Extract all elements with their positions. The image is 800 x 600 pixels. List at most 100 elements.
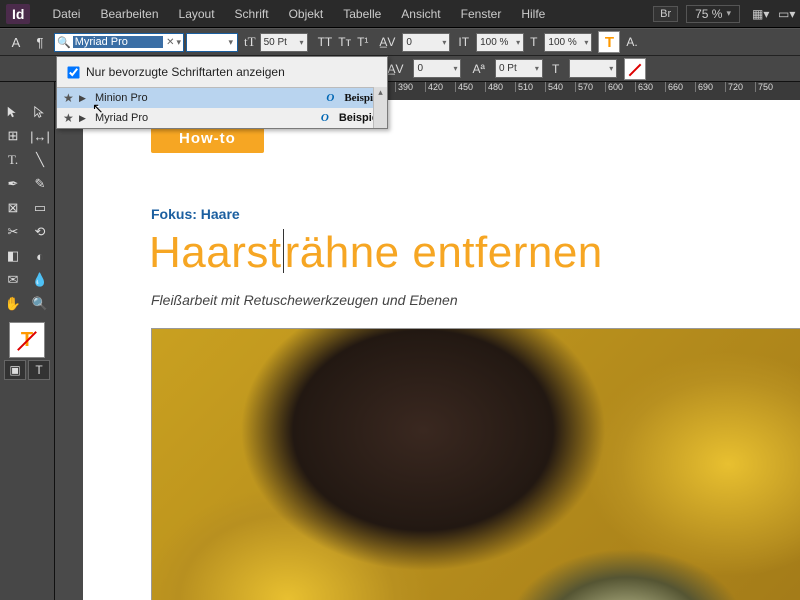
font-row-minion[interactable]: ★ ▶ Minion Pro O Beispiel xyxy=(57,88,387,108)
menu-fenster[interactable]: Fenster xyxy=(451,7,512,21)
allcaps-icon[interactable]: TT xyxy=(318,35,333,49)
article-image xyxy=(151,328,800,600)
arrange-icon[interactable]: ▭▾ xyxy=(778,7,794,21)
transform-tool[interactable]: ⟲ xyxy=(27,220,53,244)
expand-icon[interactable]: ▶ xyxy=(79,113,91,124)
ruler-tick: 450 xyxy=(455,82,485,92)
gradient-tool[interactable]: ◧ xyxy=(0,244,26,268)
ruler-tick: 480 xyxy=(485,82,515,92)
ruler-tick: 630 xyxy=(635,82,665,92)
gradient-feather-tool[interactable]: ◐ xyxy=(27,244,53,268)
search-icon: 🔍 xyxy=(57,36,71,49)
formatting-container-icon[interactable]: ▣ xyxy=(4,360,26,380)
article-title[interactable]: Haarsträhne entfernen xyxy=(149,228,603,278)
expand-icon[interactable]: ▶ xyxy=(79,93,91,104)
skew-field[interactable] xyxy=(569,59,617,78)
menu-bar: Id Datei Bearbeiten Layout Schrift Objek… xyxy=(0,0,800,28)
eyedropper-tool[interactable]: 💧 xyxy=(27,268,53,292)
formatting-text-icon[interactable]: T xyxy=(28,360,50,380)
char-style-icon[interactable]: A. xyxy=(626,35,637,49)
page: How-to Fokus: Haare Haarsträhne entferne… xyxy=(83,100,800,600)
text-caret xyxy=(283,229,284,273)
menu-layout[interactable]: Layout xyxy=(169,7,225,21)
menu-bearbeiten[interactable]: Bearbeiten xyxy=(90,7,168,21)
stroke-swatch[interactable] xyxy=(624,58,646,80)
clear-icon[interactable]: ✕ xyxy=(166,37,174,48)
ruler-tick: 690 xyxy=(695,82,725,92)
vertical-scale-field[interactable]: 100 % xyxy=(476,33,524,52)
ruler-tick: 390 xyxy=(395,82,425,92)
page-tool[interactable]: ⊞ xyxy=(0,124,26,148)
font-list: ★ ▶ Minion Pro O Beispiel ★ ▶ Myriad Pro… xyxy=(57,87,387,128)
tools-panel: ⊞ |↔| T. ╲ ✒ ✎ ⊠ ▭ ✂ ⟲ ◧ ◐ ✉ 💧 ✋ 🔍 T ▣ T xyxy=(0,82,55,600)
font-size-icon: tT xyxy=(244,34,256,50)
menu-hilfe[interactable]: Hilfe xyxy=(511,7,555,21)
tracking-icon: A̲V xyxy=(379,35,395,49)
baseline-field[interactable]: 0 Pt xyxy=(495,59,543,78)
scissors-tool[interactable]: ✂ xyxy=(0,220,26,244)
pen-tool[interactable]: ✒ xyxy=(0,172,26,196)
ruler-tick: 570 xyxy=(575,82,605,92)
pencil-tool[interactable]: ✎ xyxy=(27,172,53,196)
menu-datei[interactable]: Datei xyxy=(42,7,90,21)
ruler-tick: 660 xyxy=(665,82,695,92)
font-filter-row[interactable]: Nur bevorzugte Schriftarten anzeigen xyxy=(57,57,387,87)
line-tool[interactable]: ╲ xyxy=(27,148,53,172)
zoom-select[interactable]: 75 % xyxy=(686,5,740,23)
document-canvas[interactable]: How-to Fokus: Haare Haarsträhne entferne… xyxy=(55,100,800,600)
font-family-input[interactable]: 🔍 ✕ ▾ xyxy=(54,33,184,52)
fill-swatch[interactable]: T xyxy=(598,31,620,53)
font-family-value[interactable] xyxy=(73,36,163,48)
tracking-field[interactable]: 0 xyxy=(413,59,461,78)
kerning-field[interactable]: 0 xyxy=(402,33,450,52)
paragraph-panel-icon[interactable]: ¶ xyxy=(30,32,50,52)
opentype-icon: O xyxy=(326,92,344,104)
menu-schrift[interactable]: Schrift xyxy=(225,7,279,21)
font-name: Minion Pro xyxy=(91,92,326,104)
note-tool[interactable]: ✉ xyxy=(0,268,26,292)
superscript-icon[interactable]: T¹ xyxy=(357,35,368,49)
character-panel-icon[interactable]: A xyxy=(6,32,26,52)
vertical-scale-value: 100 % xyxy=(480,37,508,48)
font-filter-checkbox[interactable] xyxy=(67,66,79,78)
favorite-star-icon[interactable]: ★ xyxy=(63,111,79,125)
opentype-icon: O xyxy=(321,112,339,124)
fill-stroke-proxy[interactable]: T xyxy=(9,322,45,358)
rect-tool[interactable]: ▭ xyxy=(27,196,53,220)
screen-mode-icon[interactable]: ▦▾ xyxy=(752,7,768,21)
favorite-star-icon[interactable]: ★ xyxy=(63,91,79,105)
skew-icon: T xyxy=(552,62,559,76)
font-row-myriad[interactable]: ★ ▶ Myriad Pro O Beispiel xyxy=(57,108,387,128)
font-filter-label: Nur bevorzugte Schriftarten anzeigen xyxy=(86,65,285,79)
ruler-tick: 600 xyxy=(605,82,635,92)
zoom-value: 75 % xyxy=(695,7,722,21)
gap-tool[interactable]: |↔| xyxy=(27,124,53,148)
ruler-tick: 720 xyxy=(725,82,755,92)
title-part-a: Haarst xyxy=(149,228,282,277)
selection-tool[interactable] xyxy=(0,100,26,124)
ruler-tick: 750 xyxy=(755,82,785,92)
rect-frame-tool[interactable]: ⊠ xyxy=(0,196,26,220)
font-size-field[interactable]: 50 Pt xyxy=(260,33,308,52)
chevron-down-icon[interactable]: ▾ xyxy=(176,37,181,48)
horizontal-scale-field[interactable]: 100 % xyxy=(544,33,592,52)
baseline-value: 0 Pt xyxy=(499,63,517,74)
bridge-chip[interactable]: Br xyxy=(653,6,678,22)
font-style-select[interactable] xyxy=(186,33,238,52)
font-dropdown-panel: Nur bevorzugte Schriftarten anzeigen ★ ▶… xyxy=(56,56,388,129)
hand-tool[interactable]: ✋ xyxy=(0,292,26,316)
smallcaps-icon[interactable]: Tᴛ xyxy=(338,35,351,49)
menu-tabelle[interactable]: Tabelle xyxy=(333,7,391,21)
menu-objekt[interactable]: Objekt xyxy=(279,7,334,21)
menu-ansicht[interactable]: Ansicht xyxy=(391,7,450,21)
direct-select-tool[interactable] xyxy=(27,100,53,124)
baseline-icon: Aª xyxy=(472,62,484,76)
font-name: Myriad Pro xyxy=(91,112,321,124)
ruler-tick: 510 xyxy=(515,82,545,92)
focus-heading: Fokus: Haare xyxy=(151,206,240,222)
ruler-tick: 420 xyxy=(425,82,455,92)
scrollbar[interactable] xyxy=(373,87,387,128)
type-tool[interactable]: T. xyxy=(0,148,26,172)
zoom-tool[interactable]: 🔍 xyxy=(27,292,53,316)
ruler-tick: 540 xyxy=(545,82,575,92)
